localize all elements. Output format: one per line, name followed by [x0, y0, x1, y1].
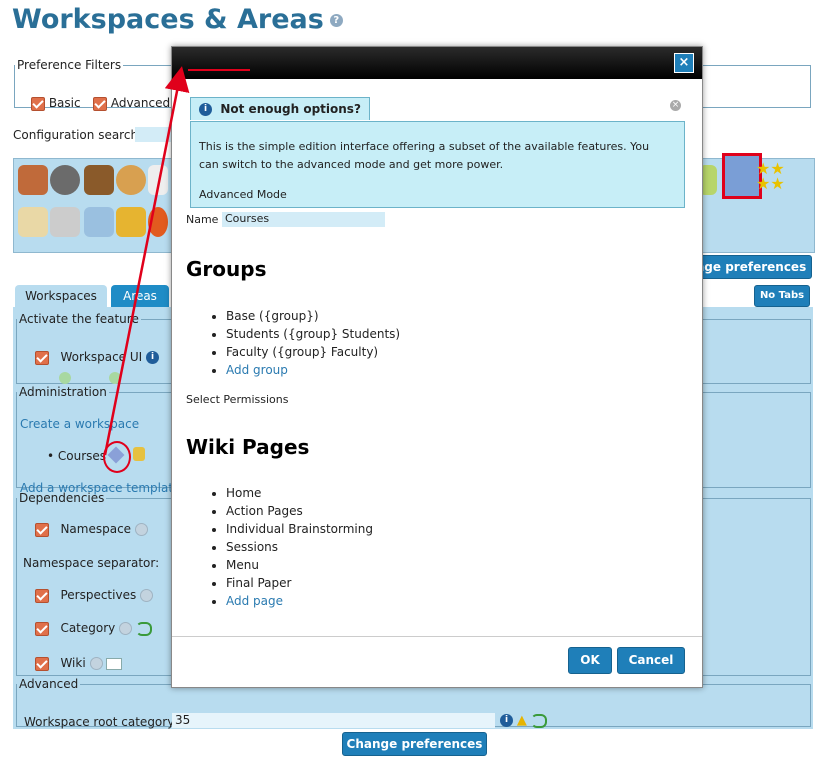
annotation-arrow: [103, 66, 250, 456]
